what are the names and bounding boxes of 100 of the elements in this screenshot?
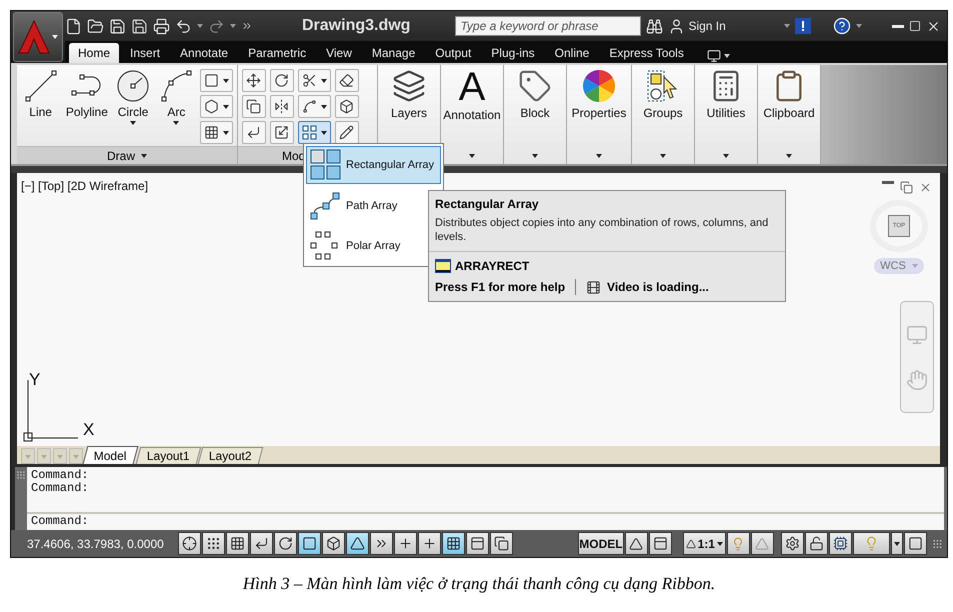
drafting-toggle-button[interactable]: [202, 532, 226, 555]
workspace-button[interactable]: [781, 532, 804, 555]
ribbon-tab[interactable]: Home: [69, 43, 120, 63]
model-space-button[interactable]: MODEL: [578, 532, 624, 555]
ribbon-tab[interactable]: Parametric: [239, 43, 316, 63]
gear-icon: [785, 536, 800, 551]
split-button[interactable]: [200, 95, 234, 118]
split-button[interactable]: [200, 69, 234, 92]
draw-tool-button[interactable]: Arc: [156, 69, 196, 146]
minimize-button[interactable]: [892, 24, 904, 28]
layout-tab[interactable]: Layout1: [135, 447, 201, 464]
quick-view-button[interactable]: [648, 532, 672, 555]
circle-icon: [116, 69, 150, 103]
search-button[interactable]: [646, 18, 664, 34]
array-menu-item[interactable]: Polar Array: [306, 228, 404, 264]
maximize-button[interactable]: [909, 20, 921, 32]
exchange-button[interactable]: [795, 18, 811, 34]
clean-screen-button[interactable]: [904, 532, 927, 555]
drafting-toggle-button[interactable]: [418, 532, 442, 555]
ribbon-tab[interactable]: Online: [546, 43, 598, 63]
status-menu-button[interactable]: [891, 532, 903, 555]
drafting-toggle-button[interactable]: [274, 532, 298, 555]
window-icon: [908, 536, 923, 551]
drafting-toggle-button[interactable]: [178, 532, 202, 555]
isolate-button[interactable]: [853, 532, 890, 555]
undo-icon: [175, 18, 192, 34]
array-menu-item[interactable]: Path Array: [306, 188, 402, 224]
panel-button[interactable]: Utilities: [695, 65, 757, 164]
drafting-toggle-button[interactable]: [298, 532, 322, 555]
group-select-icon: [646, 69, 680, 103]
draw-tool-button[interactable]: Circle: [113, 69, 153, 146]
drafting-toggle-button[interactable]: [490, 532, 514, 555]
sign-in-button[interactable]: Sign In: [668, 18, 726, 34]
ribbon-tab[interactable]: View: [317, 43, 361, 63]
tool-button[interactable]: [242, 69, 266, 92]
save-button[interactable]: [109, 18, 126, 34]
more-icon: [241, 20, 253, 32]
split-button[interactable]: [200, 121, 234, 144]
screen-icon: [706, 49, 721, 63]
layout-tab[interactable]: Model: [82, 446, 138, 464]
ribbon-tab[interactable]: Manage: [362, 43, 424, 63]
caret-icon: [321, 104, 327, 108]
tool-button[interactable]: [242, 95, 266, 118]
cube-icon: [326, 536, 342, 551]
print-button[interactable]: [153, 18, 170, 34]
copy-icon: [246, 99, 261, 114]
viewport-controls[interactable]: [−] [Top] [2D Wireframe]: [21, 179, 148, 193]
undo-button[interactable]: [175, 18, 192, 34]
drafting-toggle-button[interactable]: [394, 532, 418, 555]
draw-tool-button[interactable]: Line: [21, 69, 60, 146]
save-as-button[interactable]: [131, 18, 148, 34]
logo-icon: [18, 20, 50, 54]
panel-toggle-button[interactable]: [706, 49, 730, 63]
tool-button[interactable]: [270, 69, 294, 92]
lock-button[interactable]: [805, 532, 828, 555]
new-file-button[interactable]: [65, 18, 82, 34]
restore-icon: [900, 181, 913, 194]
split-button[interactable]: [298, 95, 331, 118]
tool-button[interactable]: [335, 69, 359, 92]
ribbon-tab[interactable]: Express Tools: [600, 43, 693, 63]
tool-button[interactable]: [270, 95, 294, 118]
split-button[interactable]: [298, 121, 331, 144]
drafting-toggle-button[interactable]: [466, 532, 490, 555]
caret-icon: [25, 454, 31, 458]
tooltip-title: Rectangular Array: [435, 197, 540, 211]
redo-button[interactable]: [208, 18, 225, 34]
search-field[interactable]: Type a keyword or phrase: [455, 16, 642, 36]
hardware-button[interactable]: [829, 532, 852, 555]
drafting-toggle-button[interactable]: [226, 532, 250, 555]
ribbon-tab[interactable]: Annotate: [171, 43, 238, 63]
layout-tab[interactable]: Layout2: [198, 447, 264, 464]
split-button[interactable]: [298, 69, 331, 92]
drafting-toggle-button[interactable]: [370, 532, 394, 555]
tool-button[interactable]: [270, 121, 294, 144]
folder-icon: [87, 18, 104, 34]
open-button[interactable]: [87, 18, 104, 34]
drafting-toggle-button[interactable]: [442, 532, 466, 555]
annotation-visibility-button[interactable]: [726, 532, 750, 555]
panel-button[interactable]: Block: [504, 65, 566, 164]
array-menu-item[interactable]: Rectangular Array: [306, 146, 441, 184]
command-prompt[interactable]: Command:: [31, 515, 940, 528]
panel-button[interactable]: Properties: [567, 65, 631, 164]
tool-button[interactable]: [335, 95, 359, 118]
ribbon-tab[interactable]: Output: [426, 43, 480, 63]
layout-button[interactable]: [624, 532, 648, 555]
panel-title[interactable]: Draw: [17, 146, 237, 164]
help-button[interactable]: [833, 17, 851, 35]
tool-button[interactable]: [335, 121, 359, 144]
panel-button[interactable]: Clipboard: [758, 65, 820, 164]
drafting-toggle-button[interactable]: [322, 532, 346, 555]
auto-scale-button[interactable]: [750, 532, 774, 555]
ribbon-tab[interactable]: Plug-ins: [482, 43, 544, 63]
draw-tool-button[interactable]: Polyline: [64, 69, 110, 146]
save-icon: [109, 18, 126, 34]
panel-button[interactable]: Groups: [632, 65, 694, 164]
annotation-scale-button[interactable]: 1:1: [682, 532, 726, 555]
drafting-toggle-button[interactable]: [250, 532, 274, 555]
drafting-toggle-button[interactable]: [346, 532, 370, 555]
tool-button[interactable]: [242, 121, 266, 144]
ribbon-tab[interactable]: Insert: [121, 43, 170, 63]
